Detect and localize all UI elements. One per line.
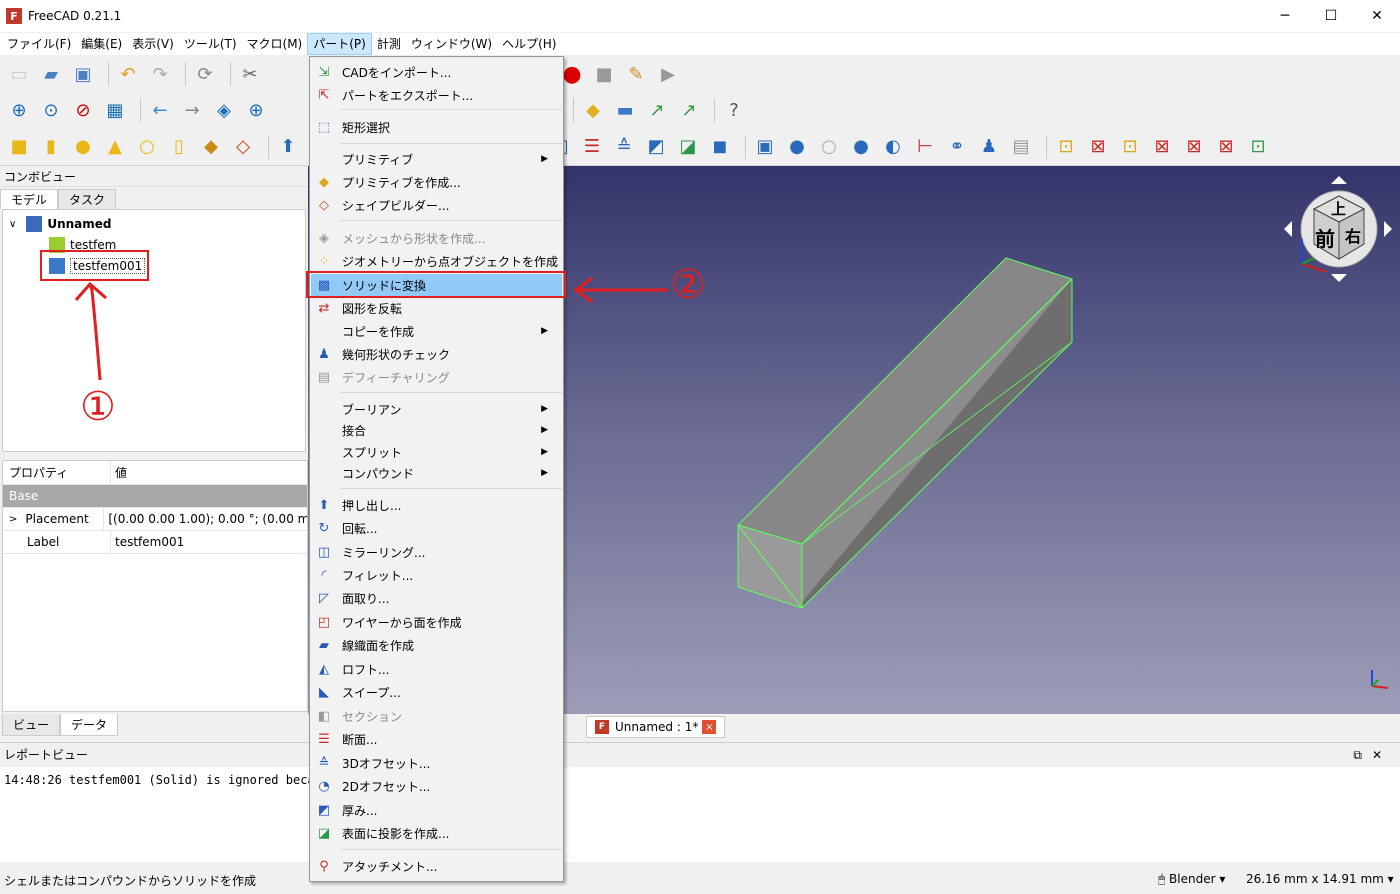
annotation-label-1: ① xyxy=(80,384,116,430)
annotation-arrows xyxy=(74,276,668,381)
annotation-label-2: ② xyxy=(670,262,706,308)
